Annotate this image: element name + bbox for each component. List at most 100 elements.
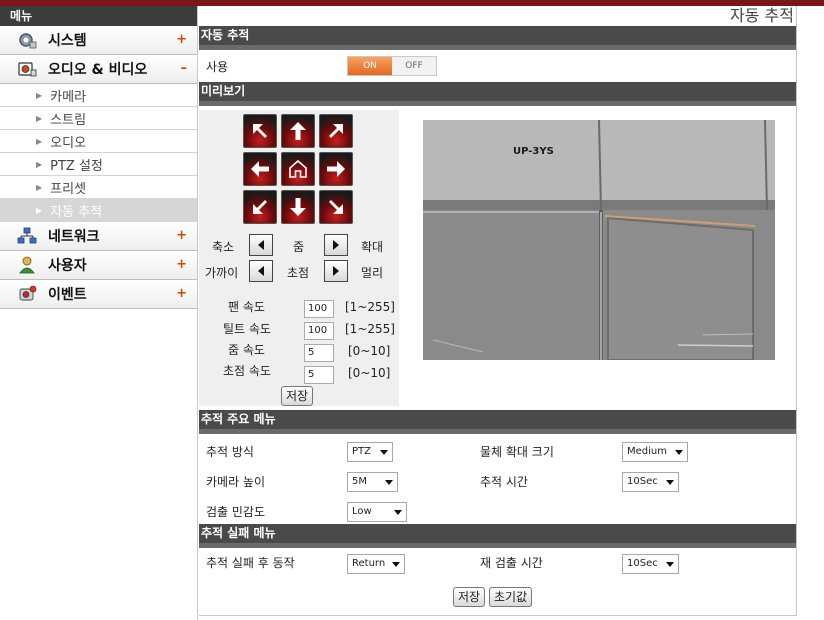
arrow-up-right-icon (329, 124, 343, 138)
menu-network[interactable]: 네트워크 + (0, 222, 197, 251)
pan-up-left-button[interactable] (243, 114, 277, 148)
focus-label: 초점 (287, 266, 310, 280)
focus-far-label: 멀리 (361, 266, 384, 280)
section-tracking-fail: 추적 실패 메뉴 (199, 524, 796, 548)
time-value: 10Sec (627, 476, 658, 487)
camera-preview: UP-3YS (423, 120, 775, 360)
triangle-right-icon: ▶ (36, 136, 43, 146)
sidebar: 메뉴 시스템 + 오디오 & 비디오 – ▶ 카메라 ▶ 스트림 ▶ 오디오 ▶… (0, 6, 198, 620)
focus-near-label: 가까이 (205, 266, 239, 280)
zoom-speed-input[interactable]: 5 (304, 344, 334, 362)
sidebar-item-label: 오디오 (50, 135, 87, 151)
focus-speed-range: [0~10] (348, 366, 391, 380)
redetect-select[interactable]: 10Sec (622, 554, 679, 574)
section-tracking-main: 추적 주요 메뉴 (199, 410, 796, 434)
section-auto-tracking: 자동 추적 (199, 26, 796, 50)
menu-user[interactable]: 사용자 + (0, 251, 197, 280)
menu-system-label: 시스템 (48, 33, 87, 49)
arrow-down-right-icon (329, 200, 343, 214)
menu-audio-video-label: 오디오 & 비디오 (48, 62, 148, 78)
dropdown-arrow-icon (666, 562, 674, 567)
pan-down-right-button[interactable] (319, 190, 353, 224)
enable-label: 사용 (206, 60, 229, 74)
zoom-in-button[interactable] (324, 234, 348, 256)
sidebar-item-auto-tracking[interactable]: ▶ 자동 추적 (0, 199, 197, 222)
pan-down-left-button[interactable] (243, 190, 277, 224)
page-title: 자동 추적 (730, 6, 794, 25)
preview-save-button[interactable]: 저장 (281, 386, 314, 406)
dropdown-arrow-icon (380, 450, 388, 455)
triangle-right-icon: ▶ (36, 205, 43, 215)
toggle-on[interactable]: ON (348, 57, 392, 75)
method-select[interactable]: PTZ (347, 442, 393, 462)
reset-button[interactable]: 초기값 (489, 587, 533, 607)
enable-toggle[interactable]: ON OFF (347, 56, 437, 76)
zoom-size-select[interactable]: Medium (622, 442, 688, 462)
triangle-left-icon (258, 240, 264, 250)
sidebar-header: 메뉴 (0, 6, 197, 26)
arrow-up-icon (290, 122, 306, 140)
collapse-icon: – (180, 61, 188, 76)
menu-network-label: 네트워크 (48, 229, 100, 245)
zoom-speed-label: 줌 속도 (228, 343, 265, 357)
pan-right-button[interactable] (319, 152, 353, 186)
sidebar-item-camera[interactable]: ▶ 카메라 (0, 84, 197, 107)
tilt-speed-input[interactable]: 100 (304, 322, 334, 340)
pan-up-right-button[interactable] (319, 114, 353, 148)
arrow-left-icon (251, 161, 269, 177)
zoom-size-value: Medium (627, 446, 667, 457)
height-value: 5M (352, 476, 367, 487)
home-icon (289, 159, 307, 178)
zoom-size-label: 물체 확대 크기 (480, 445, 554, 459)
time-select[interactable]: 10Sec (622, 472, 679, 492)
menu-system[interactable]: 시스템 + (0, 26, 197, 55)
main-content: 자동 추적 자동 추적 사용 ON OFF 미리보기 축소 줌 확대 가까이 초… (199, 6, 797, 616)
home-button[interactable] (281, 152, 315, 186)
menu-audio-video[interactable]: 오디오 & 비디오 – (0, 55, 197, 84)
pan-speed-input[interactable]: 100 (304, 300, 334, 318)
zoom-in-label: 확대 (361, 240, 384, 254)
focus-speed-input[interactable]: 5 (304, 366, 334, 384)
redetect-label: 재 검출 시간 (480, 556, 543, 570)
tracking-fail-form: 추적 실패 후 동작 Return 재 검출 시간 10Sec 저장 초기값 (199, 548, 796, 618)
triangle-right-icon (333, 266, 339, 276)
sensitivity-value: Low (352, 506, 372, 517)
height-select[interactable]: 5M (347, 472, 398, 492)
sensitivity-label: 검출 민감도 (206, 505, 266, 519)
tracking-main-form: 추적 방식 PTZ 물체 확대 크기 Medium 카메라 높이 5M 추적 시… (199, 434, 796, 524)
sidebar-item-audio[interactable]: ▶ 오디오 (0, 130, 197, 153)
tilt-speed-label: 틸트 속도 (223, 322, 271, 336)
pan-speed-label: 팬 속도 (228, 300, 265, 314)
expand-icon: + (176, 257, 187, 272)
focus-far-button[interactable] (324, 260, 348, 282)
sidebar-item-stream[interactable]: ▶ 스트림 (0, 107, 197, 130)
height-label: 카메라 높이 (206, 475, 266, 489)
sidebar-item-ptz-settings[interactable]: ▶ PTZ 설정 (0, 153, 197, 176)
dropdown-arrow-icon (385, 480, 393, 485)
save-button[interactable]: 저장 (453, 587, 486, 607)
focus-near-button[interactable] (249, 260, 273, 282)
sidebar-item-label: 스트림 (50, 112, 87, 128)
sidebar-item-label: 카메라 (50, 89, 87, 105)
zoom-out-button[interactable] (249, 234, 273, 256)
zoom-label: 줌 (293, 240, 305, 254)
pan-left-button[interactable] (243, 152, 277, 186)
sidebar-item-label: 프리셋 (50, 181, 87, 197)
tilt-down-button[interactable] (281, 190, 315, 224)
fail-action-select[interactable]: Return (347, 554, 405, 574)
toggle-off[interactable]: OFF (392, 57, 436, 75)
time-label: 추적 시간 (480, 475, 528, 489)
dropdown-arrow-icon (394, 510, 402, 515)
tilt-up-button[interactable] (281, 114, 315, 148)
triangle-right-icon: ▶ (36, 159, 43, 169)
zoom-out-label: 축소 (212, 240, 235, 254)
triangle-right-icon: ▶ (36, 182, 43, 192)
sensitivity-select[interactable]: Low (347, 502, 407, 522)
camera-icon (16, 60, 38, 78)
sidebar-item-preset[interactable]: ▶ 프리셋 (0, 176, 197, 199)
dropdown-arrow-icon (666, 480, 674, 485)
menu-event[interactable]: 이벤트 + (0, 280, 197, 309)
user-icon (16, 256, 38, 274)
arrow-down-left-icon (253, 200, 267, 214)
arrow-up-left-icon (253, 124, 267, 138)
